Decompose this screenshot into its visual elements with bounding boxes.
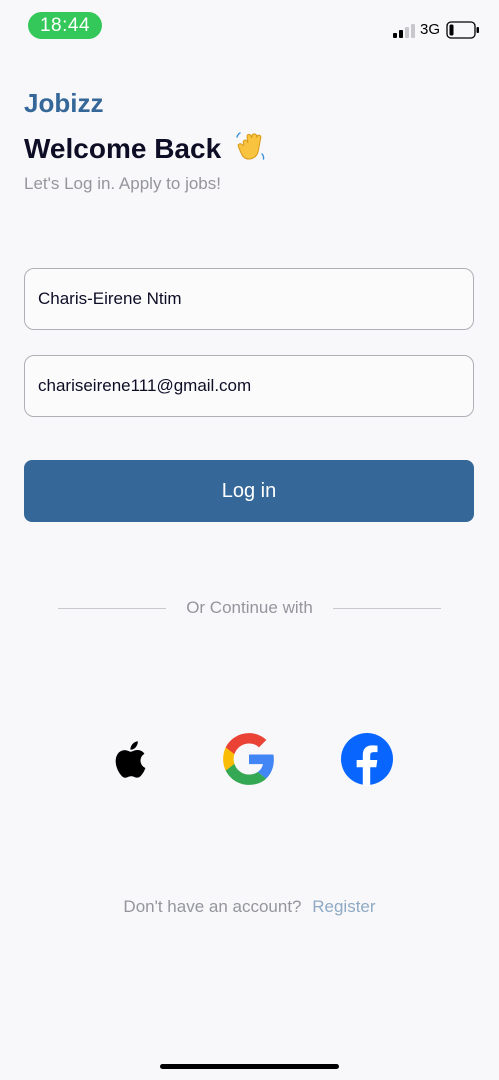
divider-line-right (333, 608, 441, 609)
status-time: 18:44 (28, 12, 102, 39)
login-button[interactable]: Log in (24, 460, 474, 522)
status-bar: 18:44 3G (0, 0, 499, 52)
page-title: Welcome Back (24, 131, 267, 165)
facebook-logo-icon[interactable] (340, 732, 394, 786)
page-title-text: Welcome Back (24, 133, 222, 164)
signal-strength-icon (393, 24, 415, 38)
register-prompt: Don't have an account? (123, 897, 302, 916)
brand-logo-text: Jobizz (24, 88, 104, 118)
google-logo-icon[interactable] (222, 732, 276, 786)
register-link[interactable]: Register (312, 897, 375, 916)
apple-logo-icon[interactable] (104, 732, 158, 786)
email-field[interactable] (24, 355, 474, 417)
register-row: Don't have an account? Register (0, 897, 499, 917)
page-subtitle: Let's Log in. Apply to jobs! (24, 174, 221, 193)
waving-hand-icon (236, 132, 265, 160)
home-indicator[interactable] (160, 1064, 339, 1069)
battery-icon (446, 21, 479, 39)
divider-line-left (58, 608, 166, 609)
divider-label: Or Continue with (186, 598, 313, 617)
name-field[interactable] (24, 268, 474, 330)
network-type: 3G (420, 21, 441, 38)
